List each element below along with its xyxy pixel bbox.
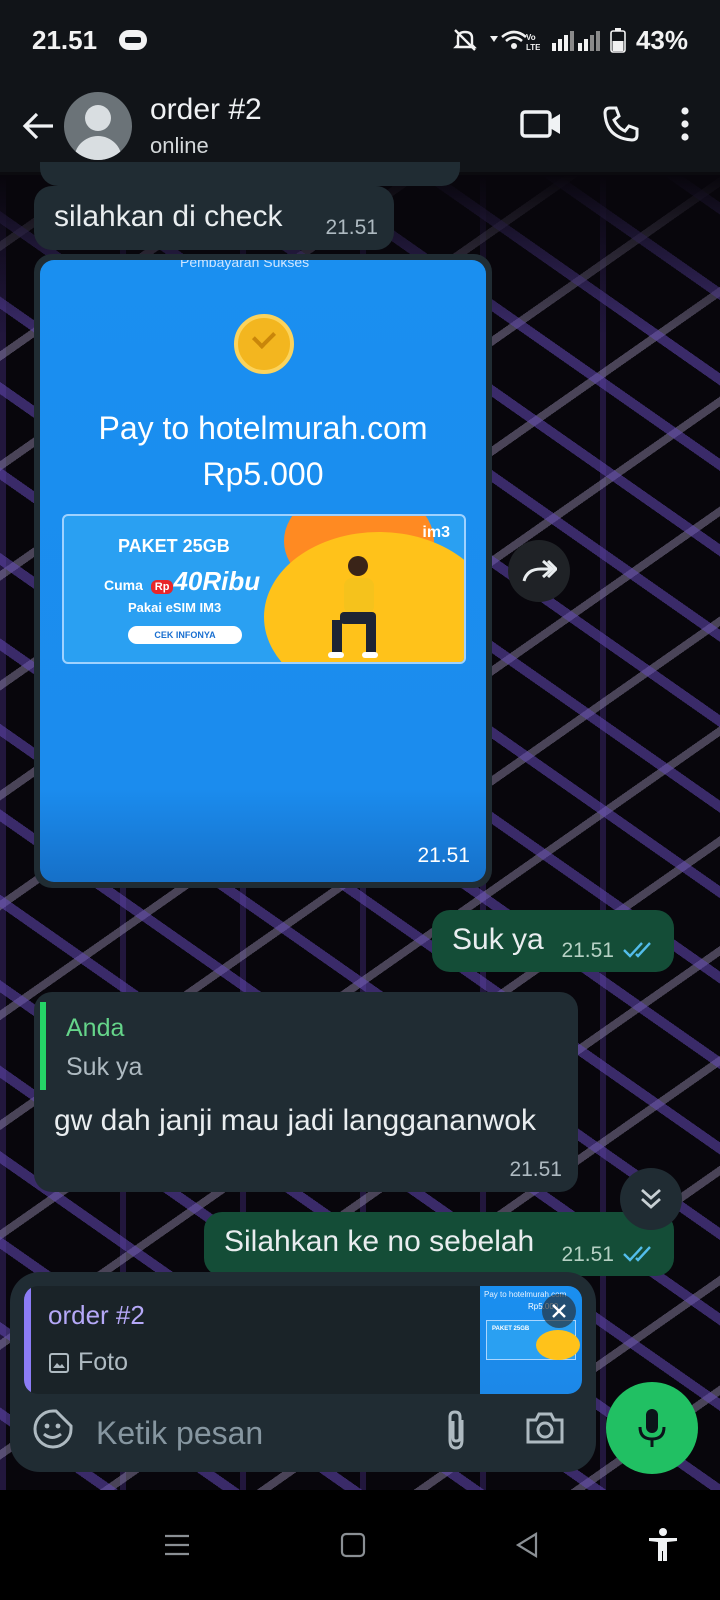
video-call-icon [520,109,560,138]
ad-button: CEK INFONYA [128,626,242,644]
reply-preview[interactable]: order #2 Foto Pay to hotelmurah.com Rp5.… [24,1286,582,1394]
composer-row [10,1394,596,1472]
recent-apps-button[interactable] [152,1520,202,1570]
chat-title: order #2 [150,93,262,126]
wifi-icon: Vo LTE [488,28,540,52]
chat-title-area[interactable]: order #2 online [150,93,262,159]
previous-message-edge [40,162,460,186]
quoted-message[interactable]: Anda Suk ya [40,1002,570,1090]
message-time: 21.51 [417,844,470,867]
ad-headline: PAKET 25GB [118,536,230,556]
svg-text:LTE: LTE [526,43,540,52]
incoming-image-message[interactable]: Pembayaran Sukses Pay to hotelmurah.com … [34,254,492,888]
accessibility-icon [649,1528,677,1561]
avatar[interactable] [64,92,132,160]
system-nav-bar [0,1490,720,1600]
outgoing-message[interactable]: Silahkan ke no sebelah 21.51 [204,1212,674,1276]
message-time: 21.51 [561,939,614,962]
back-button[interactable] [12,96,64,156]
attach-button[interactable] [440,1408,472,1457]
chat-header: order #2 online [0,80,720,172]
back-nav-button[interactable] [502,1520,552,1570]
message-time: 21.51 [509,1158,562,1181]
ad-banner: PAKET 25GB Cuma Rp 40Ribu Pakai eSIM IM3 … [62,514,466,664]
message-time: 21.51 [561,1243,614,1266]
success-coin-icon [234,314,294,374]
quoted-text: Suk ya [66,1053,143,1081]
forward-icon [522,559,557,582]
composer-panel: order #2 Foto Pay to hotelmurah.com Rp5.… [10,1272,596,1472]
ad-person-illustration [328,556,378,658]
payment-screenshot[interactable]: Pembayaran Sukses Pay to hotelmurah.com … [40,260,486,882]
triangle-back-icon [515,1532,538,1558]
image-cut-header: Pembayaran Sukses [180,260,310,270]
signal-icon [550,29,600,51]
paperclip-icon [448,1410,464,1450]
voice-call-icon [603,106,639,142]
reply-preview-name: order #2 [48,1300,145,1330]
battery-icon [610,27,626,53]
message-text: gw dah janji mau jadi langgananwok [54,1104,536,1137]
message-text: silahkan di check [54,200,283,233]
incoming-message[interactable]: silahkan di check 21.51 [34,186,394,250]
square-home-icon [340,1532,366,1558]
message-text: Silahkan ke no sebelah [224,1225,535,1258]
read-ticks-icon [623,942,651,958]
close-icon [552,1304,566,1318]
double-chevron-down-icon [641,1188,661,1209]
more-menu-button[interactable] [680,106,690,147]
chat-status: online [150,133,209,158]
video-call-button[interactable] [520,108,562,145]
read-ticks-icon [623,1246,651,1262]
svg-text:Vo: Vo [526,33,536,42]
status-time: 21.51 [32,24,98,55]
quoted-sender: Anda [66,1014,125,1042]
status-icons: Vo LTE 43% [452,25,688,56]
camera-button[interactable] [524,1408,566,1453]
microphone-icon [638,1409,666,1447]
home-button[interactable] [328,1520,378,1570]
voice-call-button[interactable] [602,105,640,148]
ad-subtitle: Pakai eSIM IM3 [128,600,222,615]
accessibility-button[interactable] [638,1520,688,1570]
message-input[interactable] [96,1410,416,1456]
reply-preview-type: Foto [48,1348,128,1377]
outgoing-message[interactable]: Suk ya 21.51 [432,910,674,972]
forward-button[interactable] [508,540,570,602]
voice-message-button[interactable] [606,1382,698,1474]
battery-percent: 43% [635,24,688,55]
message-time: 21.51 [325,216,378,239]
notification-off-icon [452,27,478,53]
ad-brand-logo: im3 [422,524,450,541]
scroll-to-bottom-button[interactable] [620,1168,682,1230]
ad-price: Cuma Rp 40Ribu [104,566,261,596]
status-bar: 21.51 Vo LTE 43% [0,0,720,80]
emoji-button[interactable] [32,1408,74,1455]
back-arrow-icon [22,112,53,140]
close-reply-button[interactable] [542,1294,576,1328]
sticker-emoji-icon [33,1409,73,1449]
menu-lines-icon [165,1534,189,1556]
photo-icon [49,1352,69,1373]
camera-icon [526,1412,564,1444]
pay-to-text: Pay to hotelmurah.com [98,410,428,446]
more-menu-icon [681,106,689,141]
pay-amount: Rp5.000 [202,456,324,492]
message-text: Suk ya [452,923,544,956]
app-notification-icon [117,27,149,53]
